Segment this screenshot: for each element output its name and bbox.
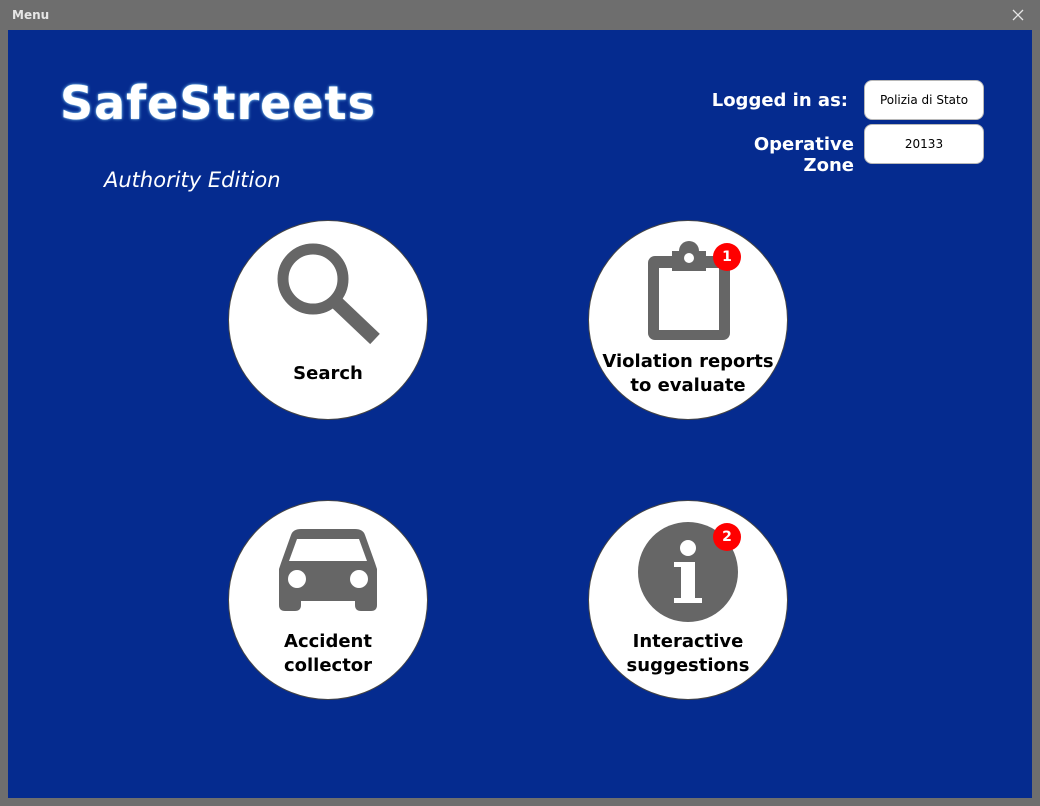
violation-reports-label-line1: Violation reports [602, 351, 774, 372]
operative-zone-label: Operative Zone [753, 134, 854, 176]
interactive-suggestions-button[interactable]: 2 Interactive suggestions [588, 500, 788, 700]
search-button[interactable]: Search [228, 220, 428, 420]
app-logo: SafeStreets Authority Edition [60, 76, 375, 192]
violation-reports-badge: 1 [713, 243, 741, 271]
main-panel: SafeStreets Authority Edition Logged in … [8, 30, 1032, 798]
violation-reports-label-line2: to evaluate [630, 375, 746, 396]
search-label: Search [293, 363, 363, 384]
logged-in-label: Logged in as: [711, 90, 848, 111]
accident-collector-button[interactable]: Accident collector [228, 500, 428, 700]
logged-in-value: Polizia di Stato [879, 93, 969, 107]
operative-zone-field: 20133 [864, 124, 984, 164]
logo-subtitle: Authority Edition [104, 168, 281, 192]
window-title: Menu [12, 8, 50, 22]
search-icon [275, 241, 385, 351]
interactive-suggestions-label-line1: Interactive [632, 631, 744, 652]
close-icon[interactable] [1008, 5, 1028, 25]
accident-collector-label-line2: collector [283, 655, 373, 676]
logged-in-field: Polizia di Stato [864, 80, 984, 120]
violation-reports-button[interactable]: 1 Violation reports to evaluate [588, 220, 788, 420]
title-bar: Menu [0, 0, 1040, 30]
car-icon [277, 529, 379, 620]
logo-title: SafeStreets [60, 76, 376, 130]
operative-zone-value: 20133 [904, 137, 944, 151]
interactive-suggestions-label-line2: suggestions [626, 655, 750, 676]
accident-collector-label-line1: Accident [284, 631, 372, 652]
interactive-suggestions-badge: 2 [713, 523, 741, 551]
